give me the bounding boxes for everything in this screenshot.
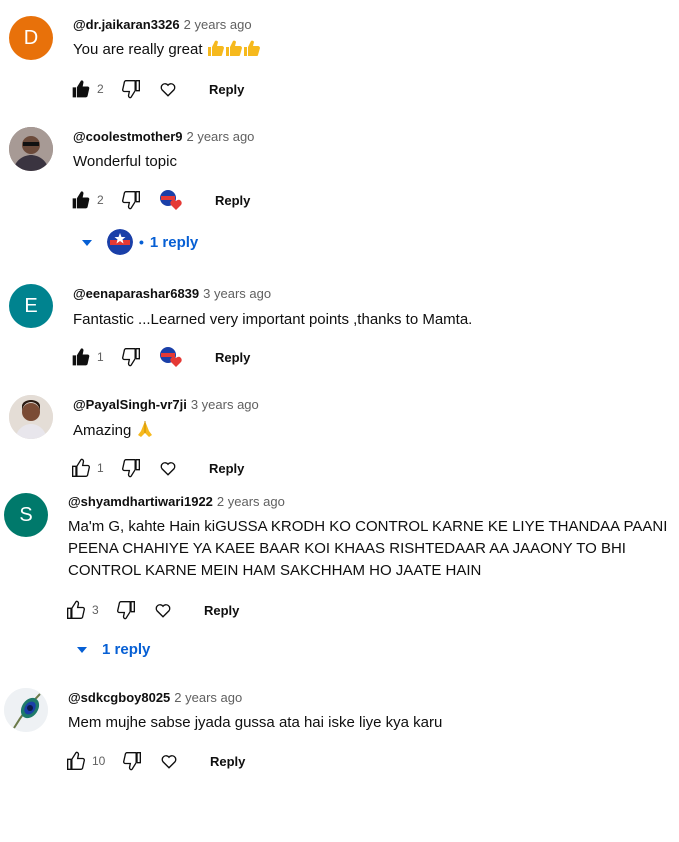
- heart-outline-icon[interactable]: [159, 459, 177, 477]
- like-count: 2: [97, 193, 104, 207]
- avatar[interactable]: [9, 127, 53, 171]
- comment-text-line: PEENA CHAHIYE YA KAEE BAAR KOI KHAAS RIS…: [68, 540, 626, 557]
- reply-button[interactable]: Reply: [209, 461, 244, 476]
- comment-author[interactable]: @dr.jaikaran3326: [73, 17, 180, 32]
- avatar-letter: S: [19, 503, 33, 526]
- comment-text-line: Ma'm G, kahte Hain kiGUSSA KRODH KO CONT…: [68, 518, 668, 535]
- avatar[interactable]: E: [9, 284, 53, 328]
- comment-author[interactable]: @coolestmother9: [73, 129, 182, 144]
- comment-text: Mem mujhe sabse jyada gussa ata hai iske…: [68, 714, 443, 731]
- comment-text: Fantastic ...Learned very important poin…: [73, 311, 473, 328]
- reply-button[interactable]: Reply: [210, 754, 245, 769]
- comment-time[interactable]: 2 years ago: [186, 129, 254, 144]
- like-outline-icon[interactable]: [66, 751, 86, 771]
- creator-heart-icon[interactable]: [159, 189, 183, 211]
- heart-outline-icon[interactable]: [154, 601, 172, 619]
- dislike-icon[interactable]: [121, 190, 141, 210]
- chevron-down-icon: [81, 234, 93, 251]
- heart-outline-icon[interactable]: [160, 752, 178, 770]
- comment-time[interactable]: 2 years ago: [184, 17, 252, 32]
- comment-author[interactable]: @PayalSingh-vr7ji: [73, 397, 187, 412]
- creator-avatar: [107, 229, 133, 255]
- like-outline-icon[interactable]: [66, 600, 86, 620]
- like-count: 2: [97, 82, 104, 96]
- dislike-icon[interactable]: [121, 79, 141, 99]
- comment-text: Amazing: [73, 422, 132, 439]
- replies-count: 1 reply: [102, 640, 151, 658]
- reply-button[interactable]: Reply: [215, 193, 250, 208]
- like-outline-icon[interactable]: [71, 458, 91, 478]
- like-filled-icon[interactable]: [71, 190, 91, 210]
- comment-author[interactable]: @shyamdhartiwari1922: [68, 494, 213, 509]
- replies-count: 1 reply: [149, 233, 199, 251]
- reply-button[interactable]: Reply: [209, 82, 244, 97]
- view-replies-button[interactable]: • 1 reply: [81, 229, 199, 255]
- heart-outline-icon[interactable]: [159, 80, 177, 98]
- avatar[interactable]: S: [4, 493, 48, 537]
- avatar[interactable]: [9, 395, 53, 439]
- like-count: 10: [92, 754, 106, 768]
- dislike-icon[interactable]: [122, 751, 142, 771]
- reply-button[interactable]: Reply: [215, 350, 250, 365]
- like-count: 1: [97, 350, 104, 364]
- avatar-letter: E: [24, 294, 38, 317]
- dislike-icon[interactable]: [116, 600, 136, 620]
- like-filled-icon[interactable]: [71, 347, 91, 367]
- avatar[interactable]: D: [9, 16, 53, 60]
- comment-time[interactable]: 3 years ago: [191, 397, 259, 412]
- comment-text: Wonderful topic: [73, 153, 177, 170]
- creator-heart-icon[interactable]: [159, 346, 183, 368]
- comment-author[interactable]: @eenaparashar6839: [73, 286, 199, 301]
- view-replies-button[interactable]: 1 reply: [76, 637, 150, 661]
- like-count: 1: [97, 461, 104, 475]
- comment-time[interactable]: 2 years ago: [174, 690, 242, 705]
- comment-time[interactable]: 3 years ago: [203, 286, 271, 301]
- comment-time[interactable]: 2 years ago: [217, 494, 285, 509]
- comment-text: You are really great: [73, 41, 203, 58]
- reply-button[interactable]: Reply: [204, 603, 239, 618]
- folded-hands-emoji-icon: [136, 420, 154, 445]
- separator-dot: •: [139, 234, 144, 250]
- avatar[interactable]: [4, 688, 48, 732]
- comment-text-line: CONTROL KARNE MEIN HAM SAKCHHAM HO JAATE…: [68, 562, 482, 579]
- like-count: 3: [92, 603, 99, 617]
- like-filled-icon[interactable]: [71, 79, 91, 99]
- dislike-icon[interactable]: [121, 458, 141, 478]
- comment-author[interactable]: @sdkcgboy8025: [68, 690, 170, 705]
- chevron-down-icon: [76, 641, 88, 658]
- thumbs-up-emoji-icon: [207, 39, 261, 64]
- dislike-icon[interactable]: [121, 347, 141, 367]
- avatar-letter: D: [23, 26, 39, 49]
